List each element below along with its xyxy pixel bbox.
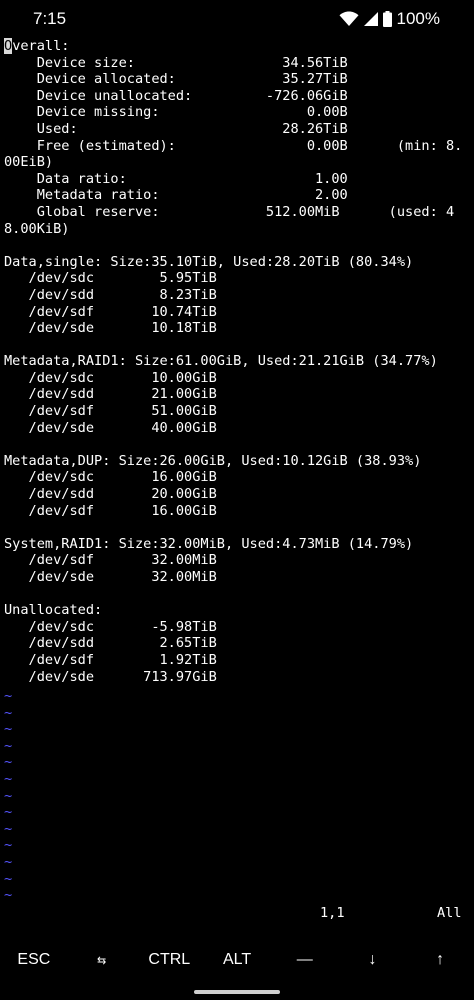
terminal-line: /dev/sde 40.00GiB	[4, 419, 217, 436]
terminal-line: Data ratio: 1.00	[4, 170, 348, 187]
empty-line-tilde: ~	[4, 704, 13, 721]
clock: 7:15	[33, 9, 67, 28]
text-cursor: O	[4, 38, 13, 54]
empty-line-tilde: ~	[4, 688, 13, 704]
tab-key[interactable]: ⇆	[68, 940, 136, 980]
terminal-line: /dev/sdf 1.92TiB	[4, 651, 217, 668]
terminal-line: /dev/sde 10.18TiB	[4, 320, 217, 337]
terminal-line: Device allocated: 35.27TiB	[4, 71, 348, 88]
empty-line-tilde: ~	[4, 721, 13, 738]
terminal-line: Global reserve: 512.00MiB (used: 4	[4, 203, 455, 220]
terminal-line: /dev/sde 32.00MiB	[4, 569, 217, 585]
status-icons: 100%	[339, 9, 440, 29]
terminal-line: Metadata ratio: 2.00	[4, 187, 348, 204]
arrow-down-key[interactable]: ↓	[339, 940, 407, 980]
empty-line-tilde: ~	[4, 754, 13, 771]
terminal-line: /dev/sdd 2.65TiB	[4, 635, 217, 652]
terminal-line: /dev/sdf 16.00GiB	[4, 502, 217, 519]
scroll-percent: All	[437, 905, 462, 921]
terminal-line: /dev/sdc 5.95TiB	[4, 270, 217, 287]
terminal-line: Device unallocated: -726.06GiB	[4, 87, 348, 104]
status-bar: 7:15 100%	[0, 0, 474, 36]
empty-line-markers: ~ ~ ~ ~ ~ ~ ~ ~ ~ ~ ~ ~ ~	[4, 688, 12, 904]
ctrl-key[interactable]: CTRL	[135, 940, 203, 980]
terminal-line: System,RAID1: Size:32.00MiB, Used:4.73Mi…	[4, 535, 414, 552]
terminal-line: /dev/sdf 32.00MiB	[4, 552, 217, 569]
terminal-line: /dev/sdc -5.98TiB	[4, 618, 217, 635]
terminal-line: Overall:	[4, 38, 474, 55]
empty-line-tilde: ~	[4, 870, 13, 887]
wifi-icon	[339, 11, 359, 27]
terminal-line-text: verall:	[12, 38, 70, 54]
battery-percent: 100%	[396, 9, 440, 28]
terminal-line: /dev/sdf 51.00GiB	[4, 403, 217, 420]
terminal-line: /dev/sde 713.97GiB	[4, 668, 217, 685]
cursor-position: 1,1	[320, 905, 345, 921]
terminal-line: /dev/sdd 21.00GiB	[4, 386, 217, 403]
terminal-line: Metadata,RAID1: Size:61.00GiB, Used:21.2…	[4, 353, 438, 370]
empty-line-tilde: ~	[4, 804, 13, 821]
terminal-line: Data,single: Size:35.10TiB, Used:28.20Ti…	[4, 253, 414, 270]
terminal-line: /dev/sdc 10.00GiB	[4, 369, 217, 386]
empty-line-tilde: ~	[4, 887, 13, 904]
empty-line-tilde: ~	[4, 837, 13, 854]
signal-icon	[363, 11, 379, 27]
terminal-line: /dev/sdc 16.00GiB	[4, 469, 217, 486]
terminal-view[interactable]: Overall: Device size: 34.56TiB Device al…	[4, 38, 474, 908]
empty-line-tilde: ~	[4, 820, 13, 837]
esc-key[interactable]: ESC	[0, 940, 68, 980]
extra-keys-bar: ESC ⇆ CTRL ALT — ↓ ↑	[0, 940, 474, 980]
dash-key[interactable]: —	[271, 940, 339, 980]
terminal-line: Metadata,DUP: Size:26.00GiB, Used:10.12G…	[4, 452, 422, 469]
terminal-line: /dev/sdd 8.23TiB	[4, 286, 217, 303]
alt-key[interactable]: ALT	[203, 940, 271, 980]
terminal-line: /dev/sdf 10.74TiB	[4, 303, 217, 320]
empty-line-tilde: ~	[4, 787, 13, 804]
empty-line-tilde: ~	[4, 737, 13, 754]
terminal-line: /dev/sdd 20.00GiB	[4, 486, 217, 503]
terminal-line: 8.00KiB)	[4, 220, 70, 237]
empty-line-tilde: ~	[4, 770, 13, 787]
empty-line-tilde: ~	[4, 853, 13, 870]
arrow-up-key[interactable]: ↑	[406, 940, 474, 980]
terminal-line: Device missing: 0.00B	[4, 104, 348, 121]
terminal-line: Device size: 34.56TiB	[4, 54, 348, 71]
terminal-line: Free (estimated): 0.00B (min: 8.	[4, 137, 463, 154]
battery-icon	[382, 11, 392, 27]
terminal-line: Used: 28.26TiB	[4, 120, 348, 137]
terminal-line: 00EiB)	[4, 154, 54, 171]
terminal-line: Unallocated:	[4, 602, 103, 619]
gesture-nav-handle[interactable]	[194, 990, 280, 994]
